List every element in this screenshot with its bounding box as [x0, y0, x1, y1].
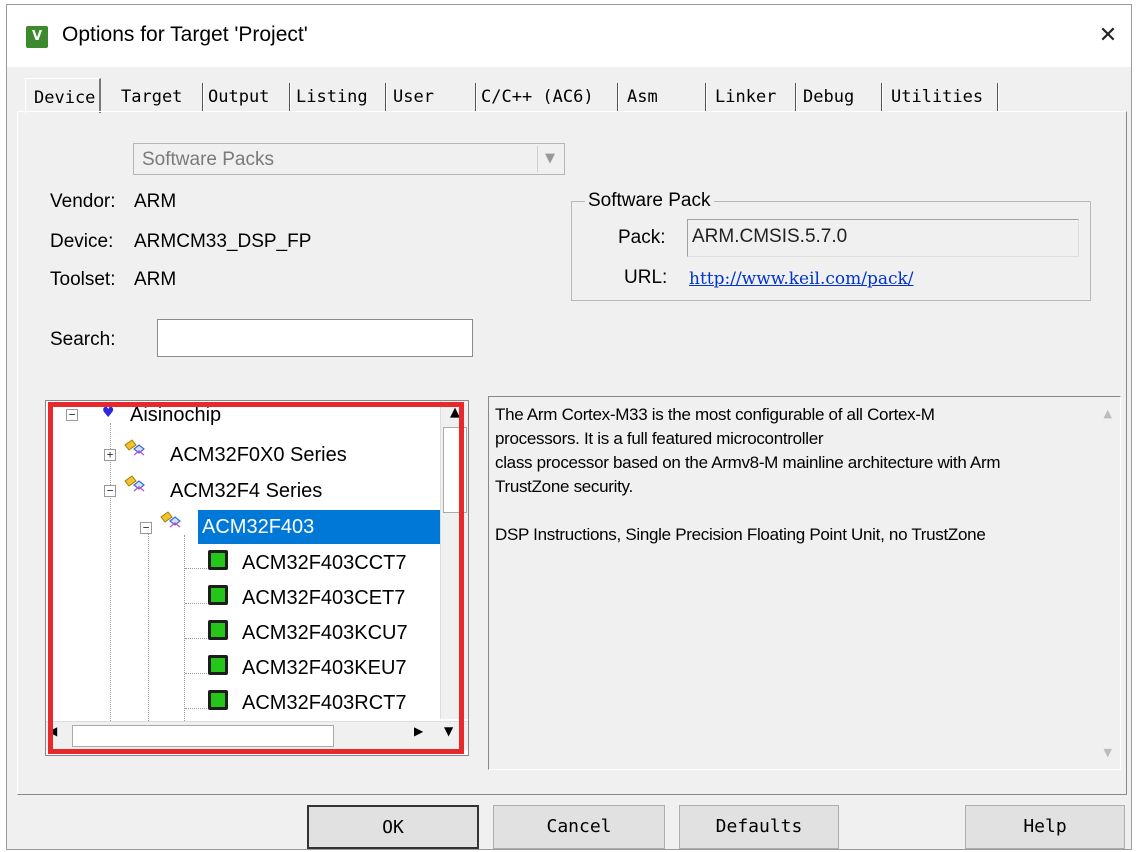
tree-vertical-scrollbar[interactable]: ▲ [440, 401, 468, 719]
tree-connector [110, 423, 111, 743]
tree-item-vendor[interactable]: Aisinochip [126, 401, 225, 432]
scroll-thumb[interactable] [72, 725, 334, 747]
window-title: Options for Target 'Project' [62, 23, 308, 46]
tree-item-device[interactable]: ACM32F403KCU7 [238, 616, 412, 650]
defaults-button[interactable]: Defaults [679, 805, 839, 849]
series-icon [122, 475, 148, 497]
tree-horizontal-scrollbar[interactable]: ◀ ▶ ▼ [46, 721, 468, 750]
dropdown-arrow-icon[interactable]: ▼ [537, 146, 562, 172]
chip-icon [208, 655, 228, 675]
cancel-button[interactable]: Cancel [493, 805, 665, 849]
tree-item-selected-device[interactable]: ACM32F403 [198, 510, 440, 544]
scroll-up-icon[interactable]: ▲ [441, 401, 468, 425]
software-pack-group-title: Software Pack [585, 190, 714, 212]
tree-connector [185, 568, 207, 569]
scroll-down-icon[interactable]: ▼ [444, 724, 453, 738]
pack-url-link[interactable]: http://www.keil.com/pack/ [689, 269, 914, 289]
tab-user[interactable]: User [393, 78, 434, 112]
tab-separator [289, 83, 291, 111]
tree-expander[interactable]: − [66, 409, 78, 421]
scroll-left-icon[interactable]: ◀ [48, 724, 57, 738]
tree-connector [185, 603, 207, 604]
subfamily-icon [158, 511, 184, 533]
device-tree: − ♥ Aisinochip + ACM32F0X0 Series − ACM3… [45, 400, 469, 756]
tab-debug[interactable]: Debug [803, 78, 854, 112]
search-label: Search: [50, 329, 116, 350]
tree-item-series[interactable]: ACM32F0X0 Series [166, 438, 351, 472]
vendor-value: ARM [134, 191, 177, 212]
title-bar: V Options for Target 'Project' ✕ [7, 5, 1131, 67]
device-database-value: Software Packs [142, 149, 274, 170]
tree-connector [148, 529, 149, 729]
tab-separator [705, 83, 707, 111]
tab-output[interactable]: Output [208, 78, 269, 112]
tab-asm[interactable]: Asm [627, 78, 658, 112]
vendor-icon: ♥ [102, 405, 115, 421]
url-label: URL: [624, 267, 668, 288]
device-description-box: The Arm Cortex-M33 is the most configura… [488, 396, 1121, 770]
tree-expander[interactable]: + [104, 449, 116, 461]
tab-separator [881, 83, 883, 111]
tree-item-device[interactable]: ACM32F403CET7 [238, 581, 409, 615]
chip-icon [208, 585, 228, 605]
ok-button[interactable]: OK [307, 805, 479, 849]
scroll-right-icon[interactable]: ▶ [414, 724, 423, 738]
chip-icon [208, 550, 228, 570]
keil-app-icon: V [26, 26, 48, 48]
tab-utilities[interactable]: Utilities [891, 78, 983, 112]
close-icon[interactable]: ✕ [1087, 15, 1129, 57]
scroll-down-icon[interactable]: ▼ [1104, 746, 1112, 759]
tree-item-device[interactable]: ACM32F403CCT7 [238, 546, 411, 580]
tree-connector [184, 535, 185, 725]
tree-connector [185, 638, 207, 639]
tab-listing[interactable]: Listing [296, 78, 368, 112]
tree-expander[interactable]: − [140, 522, 152, 534]
options-dialog: V Options for Target 'Project' ✕ Device … [6, 4, 1132, 850]
tab-separator [385, 83, 387, 111]
chip-icon [208, 620, 228, 640]
tab-separator [997, 83, 999, 111]
chip-icon [208, 690, 228, 710]
tab-separator [202, 83, 204, 111]
help-button[interactable]: Help [965, 805, 1125, 849]
tree-item-series[interactable]: ACM32F4 Series [166, 474, 326, 508]
tab-separator [475, 83, 477, 111]
tree-connector [185, 708, 207, 709]
scroll-thumb[interactable] [443, 427, 467, 513]
tree-item-device[interactable]: ACM32F403RCT7 [238, 686, 411, 720]
pack-value: ARM.CMSIS.5.7.0 [692, 226, 848, 247]
tree-expander[interactable]: − [104, 485, 116, 497]
tab-strip: Device Target Output Listing User C/C++ … [25, 78, 1125, 114]
pack-label: Pack: [618, 227, 666, 248]
tab-device[interactable]: Device [25, 78, 102, 113]
tab-c-cpp[interactable]: C/C++ (AC6) [481, 78, 594, 112]
tab-separator [795, 83, 797, 111]
scroll-up-icon[interactable]: ▲ [1104, 407, 1112, 420]
search-input[interactable] [157, 319, 473, 357]
toolset-value: ARM [134, 269, 177, 290]
tab-separator [617, 83, 619, 111]
toolset-label: Toolset: [50, 269, 116, 290]
device-description-text: The Arm Cortex-M33 is the most configura… [495, 405, 1001, 544]
tab-linker[interactable]: Linker [715, 78, 776, 112]
vendor-label: Vendor: [50, 191, 116, 212]
tab-target[interactable]: Target [121, 78, 182, 112]
series-icon [122, 439, 148, 461]
pack-field: ARM.CMSIS.5.7.0 [687, 219, 1079, 257]
device-label: Device: [50, 231, 114, 252]
tree-connector [185, 673, 207, 674]
device-value: ARMCM33_DSP_FP [134, 231, 312, 252]
tree-item-device[interactable]: ACM32F403KEU7 [238, 651, 411, 685]
device-database-select[interactable]: Software Packs ▼ [133, 143, 565, 175]
